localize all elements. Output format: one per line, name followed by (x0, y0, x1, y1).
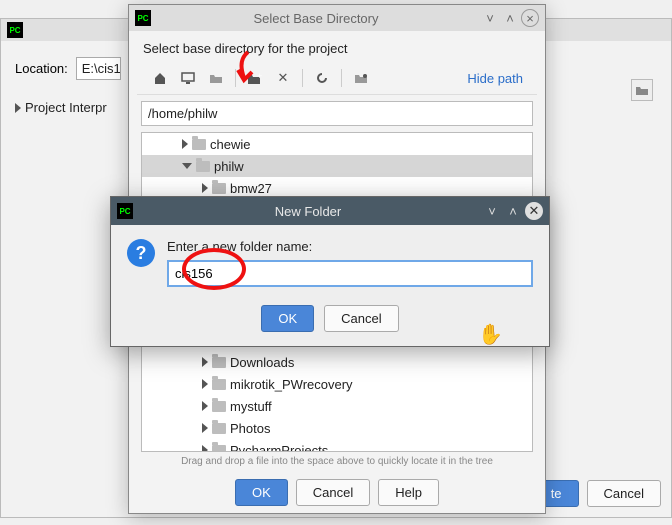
pycharm-icon (117, 203, 133, 219)
expand-icon (202, 379, 208, 389)
tree-label: philw (214, 159, 244, 174)
tree-label: mikrotik_PWrecovery (230, 377, 353, 392)
close-icon[interactable]: × (521, 9, 539, 27)
location-label: Location: (15, 61, 68, 76)
maximize-icon[interactable]: ˄ (501, 9, 519, 27)
delete-icon[interactable]: ✕ (270, 66, 296, 90)
expand-icon (202, 445, 208, 452)
new-folder-icon[interactable]: + (242, 66, 268, 90)
sbd-instruction: Select base directory for the project (129, 31, 545, 62)
browse-folder-button[interactable] (631, 79, 653, 101)
project-interpreter-label: Project Interpr (25, 100, 107, 115)
tree-label: chewie (210, 137, 250, 152)
expand-icon (202, 401, 208, 411)
new-folder-name-input[interactable] (167, 260, 533, 287)
tree-row[interactable]: PycharmProjects (142, 439, 532, 452)
show-hidden-icon[interactable] (348, 66, 374, 90)
svg-text:+: + (257, 72, 262, 81)
tree-label: Downloads (230, 355, 294, 370)
tree-row[interactable]: mystuff (142, 395, 532, 417)
folder-icon (212, 183, 226, 194)
bg-cancel-button[interactable]: Cancel (587, 480, 661, 507)
separator (302, 69, 303, 87)
nf-label: Enter a new folder name: (167, 239, 533, 254)
question-icon: ? (127, 239, 155, 267)
sbd-title: Select Base Directory (151, 11, 481, 26)
folder-icon (212, 357, 226, 368)
tree-row[interactable]: mikrotik_PWrecovery (142, 373, 532, 395)
sbd-help-button[interactable]: Help (378, 479, 439, 506)
hide-path-link[interactable]: Hide path (467, 71, 527, 86)
tree-row[interactable]: Photos (142, 417, 532, 439)
minimize-icon[interactable]: ˅ (481, 9, 499, 27)
desktop-icon[interactable] (175, 66, 201, 90)
tree-hint: Drag and drop a file into the space abov… (129, 452, 545, 471)
nf-ok-button[interactable]: OK (261, 305, 314, 332)
expand-icon (202, 183, 208, 193)
sbd-cancel-button[interactable]: Cancel (296, 479, 370, 506)
location-input[interactable]: E:\cis1 (76, 57, 121, 80)
folder-icon (212, 423, 226, 434)
project-icon[interactable] (203, 66, 229, 90)
tree-label: Photos (230, 421, 270, 436)
separator (341, 69, 342, 87)
separator (235, 69, 236, 87)
collapse-icon (182, 163, 192, 169)
tree-row[interactable]: chewie (142, 133, 532, 155)
maximize-icon[interactable]: ˄ (504, 202, 522, 220)
nf-cancel-button[interactable]: Cancel (324, 305, 398, 332)
home-icon[interactable] (147, 66, 173, 90)
folder-open-icon (635, 84, 649, 96)
tree-label: PycharmProjects (230, 443, 328, 453)
sbd-ok-button[interactable]: OK (235, 479, 288, 506)
folder-icon (196, 161, 210, 172)
expand-icon (15, 103, 21, 113)
folder-icon (212, 379, 226, 390)
tree-label: mystuff (230, 399, 272, 414)
tree-row[interactable]: Downloads (142, 351, 532, 373)
folder-icon (212, 401, 226, 412)
sbd-path-input[interactable]: /home/philw (141, 101, 533, 126)
tree-row-selected[interactable]: philw (142, 155, 532, 177)
folder-icon (192, 139, 206, 150)
refresh-icon[interactable] (309, 66, 335, 90)
pycharm-icon (135, 10, 151, 26)
expand-icon (202, 357, 208, 367)
tree-label: bmw27 (230, 181, 272, 196)
nf-titlebar: New Folder ˅ ˄ ✕ (111, 197, 549, 225)
close-icon[interactable]: ✕ (525, 202, 543, 220)
folder-icon (212, 445, 226, 453)
minimize-icon[interactable]: ˅ (483, 202, 501, 220)
expand-icon (182, 139, 188, 149)
pycharm-icon (7, 22, 23, 38)
nf-title: New Folder (133, 204, 483, 219)
new-folder-dialog: New Folder ˅ ˄ ✕ ? Enter a new folder na… (110, 196, 550, 347)
sbd-toolbar: + ✕ Hide path (137, 62, 537, 95)
sbd-titlebar: Select Base Directory ˅ ˄ × (129, 5, 545, 31)
expand-icon (202, 423, 208, 433)
